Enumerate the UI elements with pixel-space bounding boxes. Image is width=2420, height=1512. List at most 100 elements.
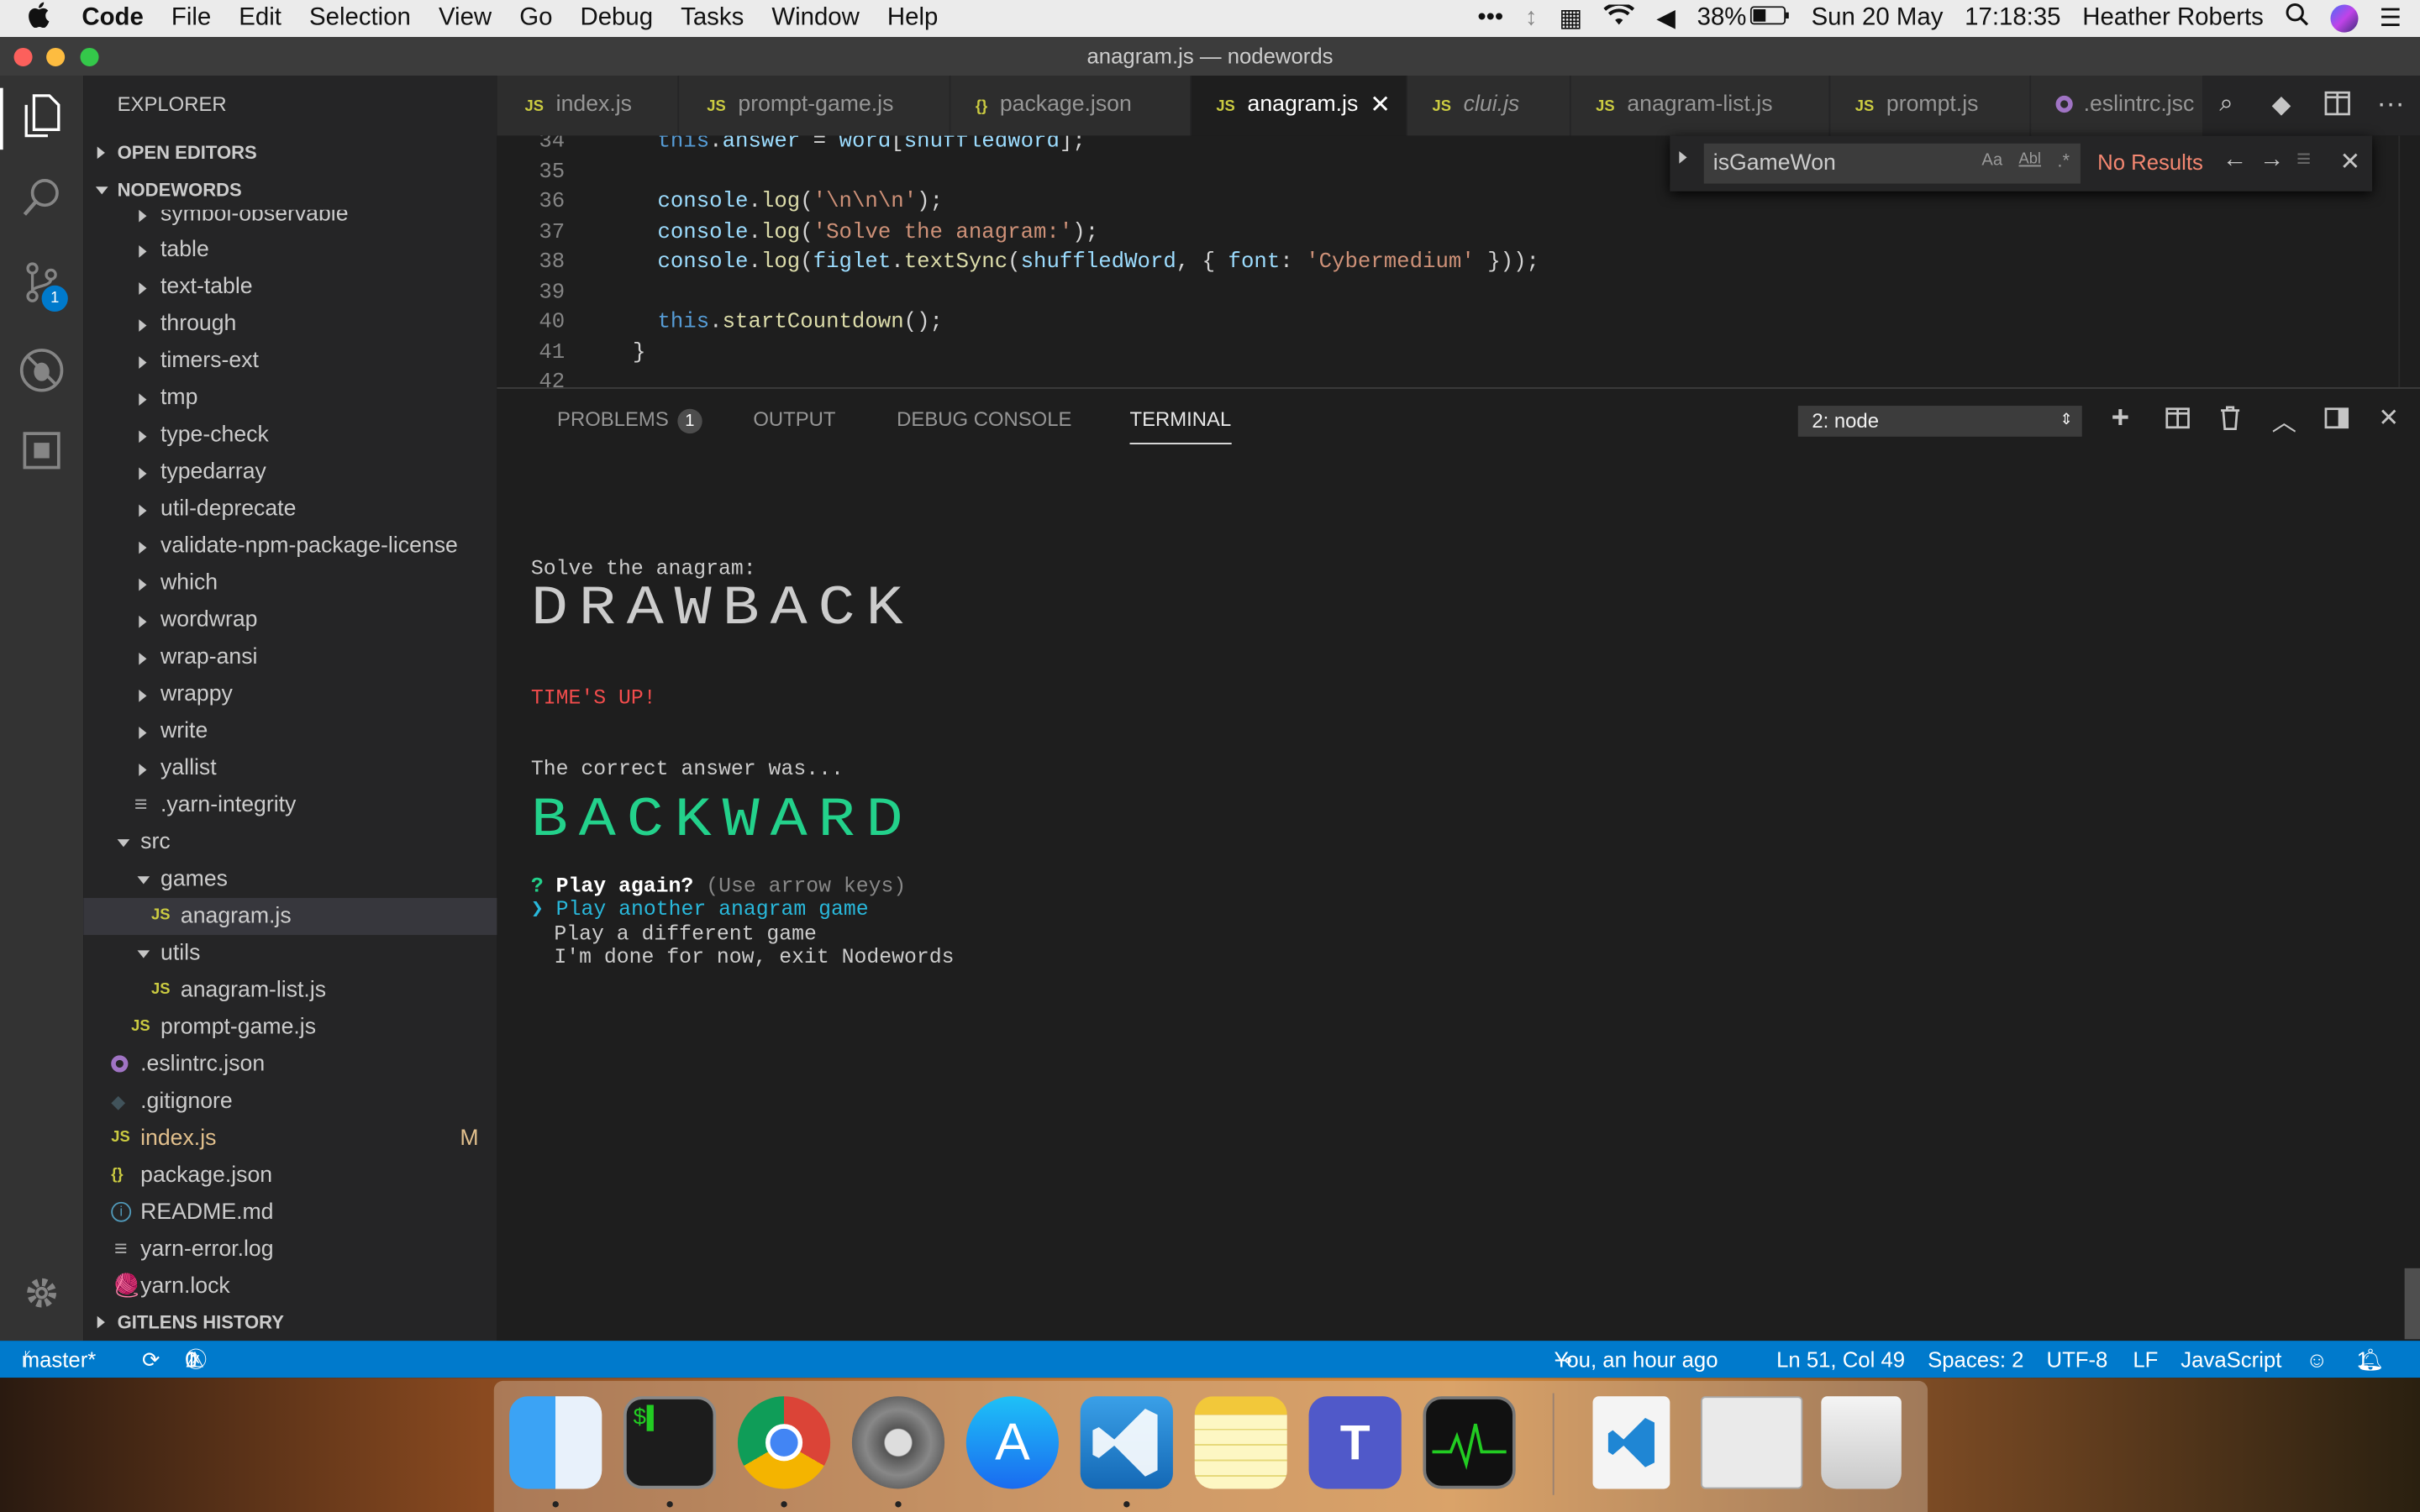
previous-match-icon[interactable]: ← <box>2223 146 2247 174</box>
menu-window[interactable]: Window <box>758 5 874 33</box>
tree-item-through[interactable]: through <box>83 306 497 343</box>
new-terminal-icon[interactable]: + <box>2112 402 2129 437</box>
tab-output[interactable]: OUTPUT <box>753 404 835 444</box>
close-find-icon[interactable]: ✕ <box>2339 146 2360 177</box>
menu-view[interactable]: View <box>424 5 505 33</box>
activity-monitor-icon[interactable] <box>1423 1396 1516 1489</box>
tree-item-validate-npm-package-license[interactable]: validate-npm-package-license <box>83 528 497 564</box>
tree-item-symbol-observable[interactable]: symbol-observable <box>83 209 497 234</box>
git-compare-icon[interactable]: ◆ <box>2272 90 2291 121</box>
clock-time[interactable]: 17:18:35 <box>1954 5 2071 33</box>
vscode-icon[interactable] <box>1080 1396 1173 1489</box>
tree-item-typedarray[interactable]: typedarray <box>83 454 497 491</box>
tree-item-package-json[interactable]: {} package.json <box>83 1158 497 1194</box>
regex-toggle[interactable]: .* <box>2057 150 2070 171</box>
tab-index-js[interactable]: JS index.js <box>497 76 680 136</box>
more-actions-icon[interactable]: ··· <box>2377 88 2405 121</box>
teams-icon[interactable]: T <box>1308 1396 1402 1489</box>
trash-icon[interactable] <box>2219 406 2241 438</box>
tree-item-anagram-js[interactable]: JS anagram.js <box>83 897 497 936</box>
tree-item-src[interactable]: src <box>83 824 497 861</box>
tree-item-readme[interactable]: i README.md <box>83 1194 497 1231</box>
tree-item-yarn-integrity[interactable]: ≡ .yarn-integrity <box>83 787 497 824</box>
tree-item-anagram-list-js[interactable]: JS anagram-list.js <box>83 972 497 1009</box>
toggle-replace-icon[interactable] <box>1679 151 1687 164</box>
tree-item-gitignore[interactable]: ◆ .gitignore <box>83 1083 497 1120</box>
encoding[interactable]: UTF-8 <box>2047 1341 2108 1378</box>
notes-icon[interactable] <box>1194 1396 1287 1489</box>
explorer-icon[interactable] <box>18 94 65 140</box>
toggle-panel-position-icon[interactable] <box>2324 407 2349 437</box>
notification-center-icon[interactable]: ☰ <box>2369 3 2420 34</box>
prompt-option-selected[interactable]: ❯ Play another anagram game <box>531 900 869 924</box>
tree-item-table[interactable]: table <box>83 232 497 269</box>
prompt-option[interactable]: Play a different game <box>554 924 817 948</box>
find-in-selection-icon[interactable]: ≡ <box>2296 146 2311 174</box>
language-mode[interactable]: JavaScript <box>2181 1341 2281 1378</box>
volume-icon[interactable]: ◀ <box>1645 3 1686 34</box>
cursor-position[interactable]: Ln 51, Col 49 <box>1776 1341 1905 1378</box>
trash-bin-icon[interactable] <box>1821 1396 1902 1489</box>
extensions-icon[interactable] <box>18 430 65 476</box>
menu-file[interactable]: File <box>157 5 224 33</box>
battery-percent[interactable]: 38% <box>1686 5 1749 33</box>
prompt-option[interactable]: I'm done for now, exit Nodewords <box>554 948 954 972</box>
siri-icon[interactable] <box>2319 4 2369 33</box>
menu-edit[interactable]: Edit <box>225 5 296 33</box>
tree-item-type-check[interactable]: type-check <box>83 417 497 454</box>
terminal-select[interactable]: 2: node ⇕ <box>1797 406 2082 437</box>
tab-eslintrc[interactable]: .eslintrc.jsc <box>2031 76 2204 136</box>
split-editor-icon[interactable] <box>2324 91 2350 122</box>
tree-item-yarn-error-log[interactable]: ≡ yarn-error.log <box>83 1231 497 1268</box>
tree-item-wordwrap[interactable]: wordwrap <box>83 601 497 638</box>
zoom-window-button[interactable] <box>80 47 99 66</box>
app-store-icon[interactable]: A <box>965 1396 1059 1489</box>
tree-item-wrap-ansi[interactable]: wrap-ansi <box>83 638 497 675</box>
open-changes-icon[interactable]: ⌕ <box>2219 91 2233 118</box>
tree-item-eslintrc[interactable]: .eslintrc.json <box>83 1046 497 1083</box>
sync-icon[interactable]: ⟳ <box>142 1341 160 1378</box>
tree-item-prompt-game-js[interactable]: JS prompt-game.js <box>83 1009 497 1046</box>
system-preferences-icon[interactable] <box>851 1396 945 1489</box>
indentation[interactable]: Spaces: 2 <box>1928 1341 2023 1378</box>
menu-tasks[interactable]: Tasks <box>667 5 758 33</box>
match-word-toggle[interactable]: Abl <box>2018 151 2041 168</box>
tree-item-utils[interactable]: utils <box>83 935 497 972</box>
extras-icon[interactable]: ••• <box>1466 5 1514 33</box>
close-panel-icon[interactable]: ✕ <box>2378 402 2399 433</box>
open-editors-section[interactable]: OPEN EDITORS <box>83 134 497 171</box>
menu-help[interactable]: Help <box>873 5 952 33</box>
tree-item-text-table[interactable]: text-table <box>83 269 497 306</box>
source-control-icon[interactable]: 1 <box>18 260 68 312</box>
terminal-icon[interactable]: $▌ <box>623 1396 717 1489</box>
gitlens-history-section[interactable]: GITLENS HISTORY <box>83 1304 497 1341</box>
editor-scrollbar[interactable] <box>2398 135 2420 388</box>
tree-item-wrappy[interactable]: wrappy <box>83 675 497 712</box>
spotlight-icon[interactable] <box>2275 3 2319 34</box>
tree-item-write[interactable]: write <box>83 713 497 750</box>
tab-anagram-list-js[interactable]: JS anagram-list.js <box>1570 76 1831 136</box>
tree-item-index-js[interactable]: JS index.js M <box>83 1120 497 1157</box>
debug-icon[interactable] <box>18 347 65 393</box>
vscode-document-icon[interactable] <box>1592 1396 1670 1489</box>
chrome-window-icon[interactable] <box>1701 1396 1803 1489</box>
feedback-smiley-icon[interactable]: ☺ <box>2306 1341 2328 1378</box>
tab-debug-console[interactable]: DEBUG CONSOLE <box>897 404 1071 444</box>
settings-gear-icon[interactable] <box>18 1274 65 1320</box>
menu-go[interactable]: Go <box>506 5 566 33</box>
tab-prompt-game-js[interactable]: JS prompt-game.js <box>679 76 951 136</box>
tab-problems[interactable]: PROBLEMS 1 <box>557 404 702 444</box>
tree-item-yallist[interactable]: yallist <box>83 750 497 787</box>
tab-prompt-js[interactable]: JS prompt.js <box>1830 76 2032 136</box>
menu-selection[interactable]: Selection <box>295 5 424 33</box>
chrome-icon[interactable] <box>737 1396 831 1489</box>
tree-item-yarn-lock[interactable]: 🧶 yarn.lock <box>83 1268 497 1301</box>
terminal-scrollbar[interactable] <box>2404 1268 2420 1340</box>
next-match-icon[interactable]: → <box>2260 146 2284 174</box>
close-window-button[interactable] <box>13 47 33 66</box>
wifi-icon[interactable] <box>1593 1 1645 34</box>
tab-terminal[interactable]: TERMINAL <box>1129 404 1232 444</box>
project-section[interactable]: NODEWORDS <box>83 171 497 208</box>
tab-clui-js[interactable]: JS clui.js <box>1407 76 1571 136</box>
display-icon[interactable]: ▦ <box>1548 3 1592 34</box>
